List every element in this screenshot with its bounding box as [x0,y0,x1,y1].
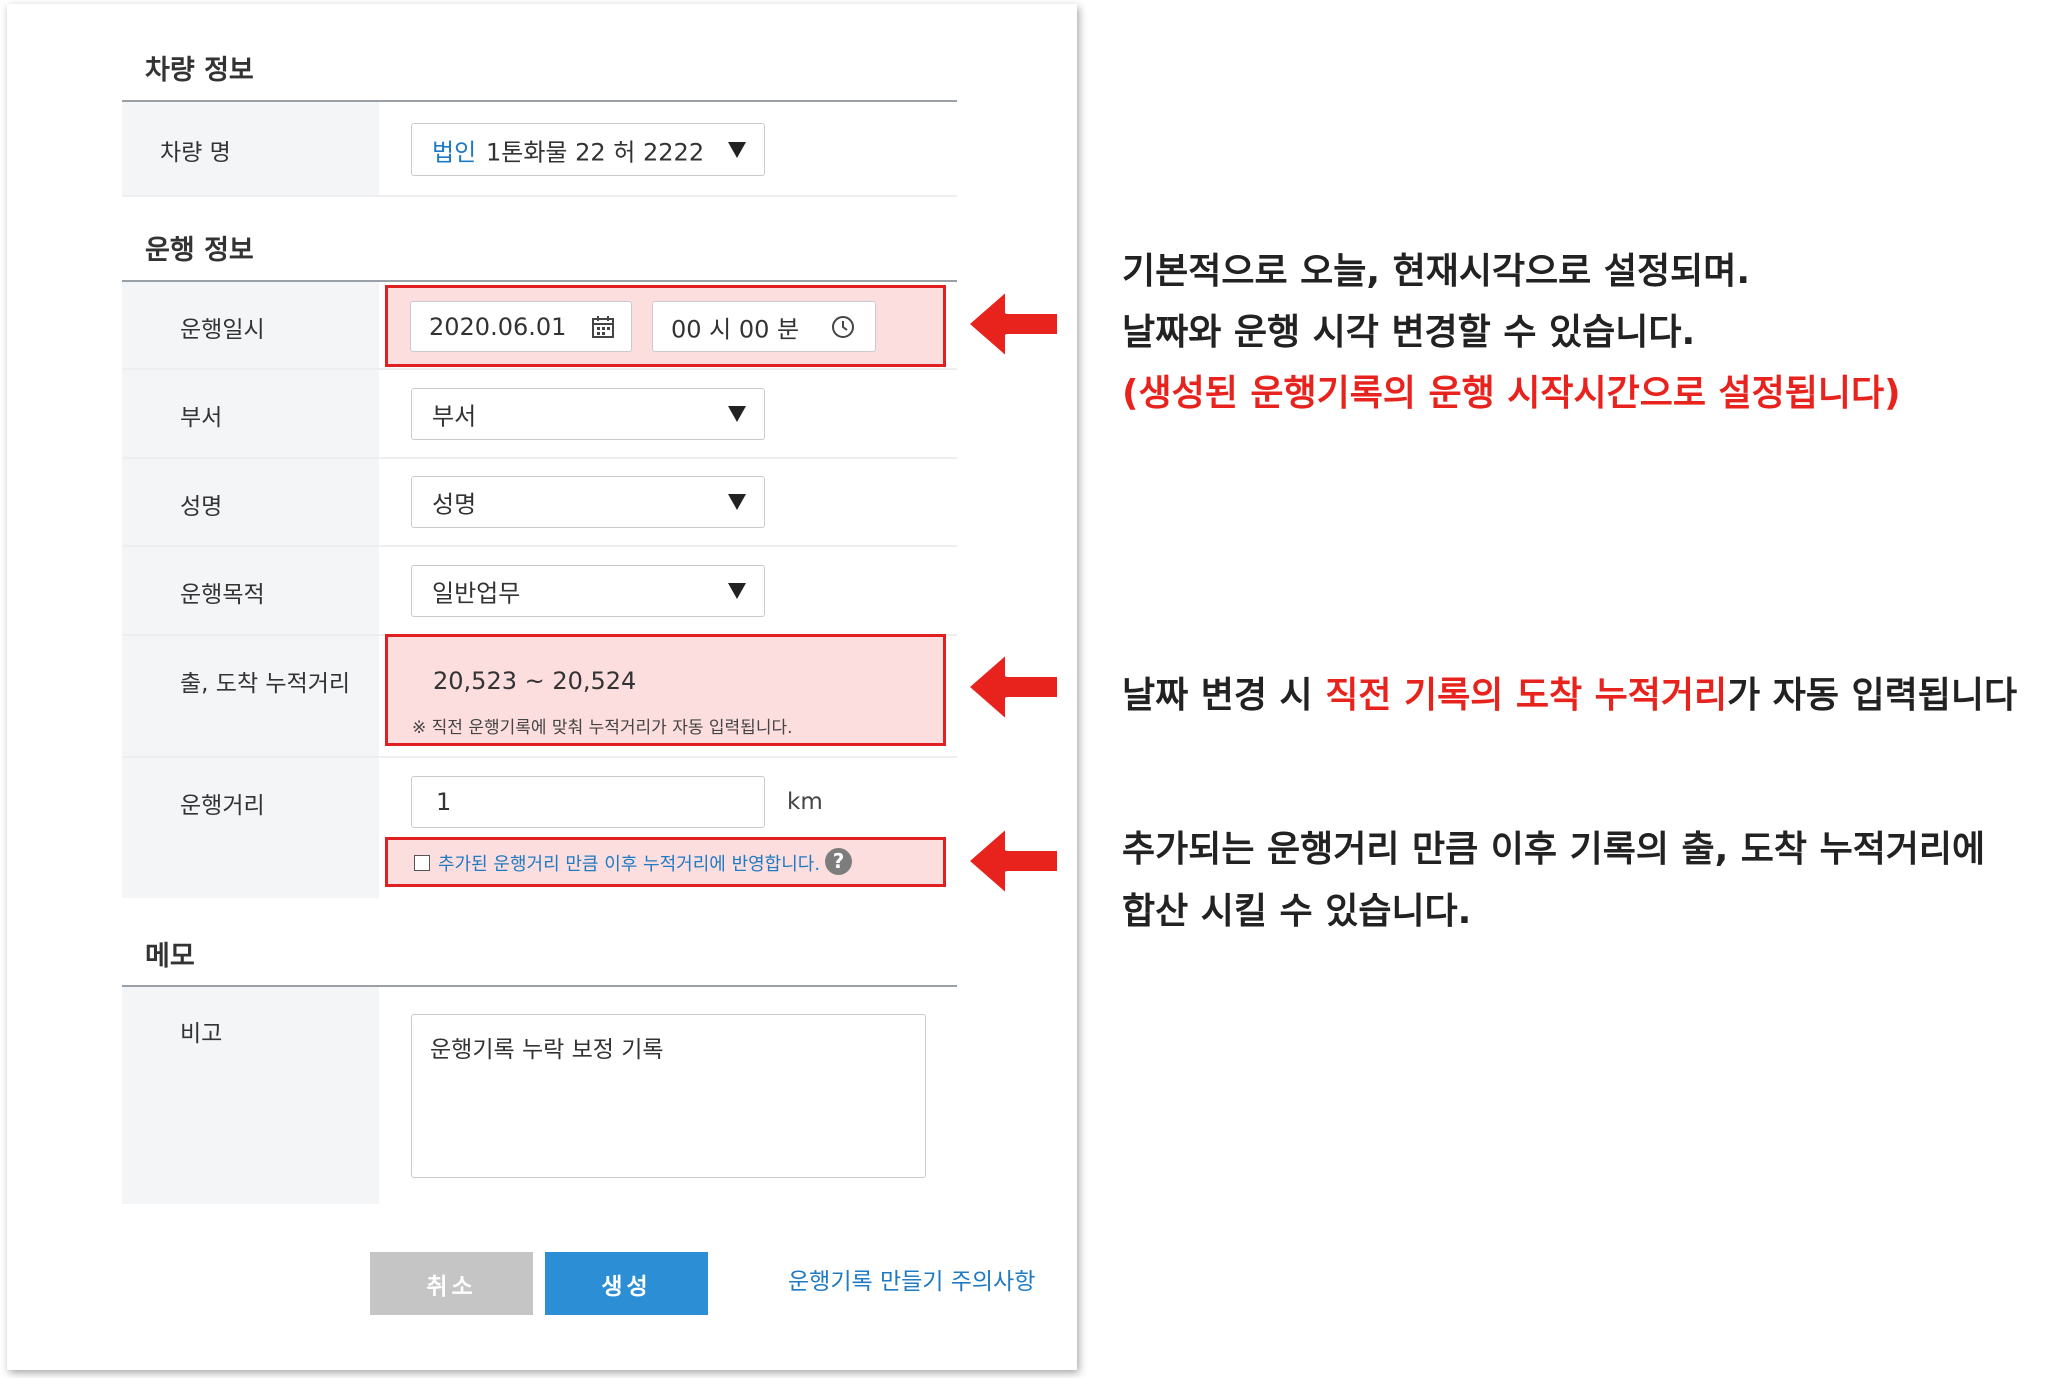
time-value: 00 시 00 분 [671,315,800,343]
arrow-left-icon [965,650,1061,724]
note2-post: 가 자동 입력됩니다 [1727,675,2018,716]
distance-unit: km [787,789,823,815]
purpose-value: 일반업무 [432,579,521,608]
purpose-label: 운행목적 [180,582,265,608]
triangle-down-icon [728,494,746,510]
name-value: 성명 [432,490,477,519]
triangle-down-icon [728,583,746,599]
memo-label: 비고 [180,1021,223,1047]
triangle-down-icon [728,141,746,158]
arrow-left-icon [965,824,1061,898]
apply-checkbox[interactable] [414,855,430,871]
distance-value: 1 [436,788,452,816]
apply-checkbox-label[interactable]: 추가된 운행거리 만큼 이후 누적거리에 반영합니다. [438,850,820,876]
memo-textarea[interactable]: 운행기록 누락 보정 기록 [411,1014,926,1178]
time-input[interactable]: 00 시 00 분 [652,301,876,352]
department-select[interactable]: 부서 [411,388,765,440]
date-value: 2020.06.01 [429,312,567,341]
note1-line2: 날짜와 운행 시각 변경할 수 있습니다. [1122,312,1696,353]
note2: 날짜 변경 시 직전 기록의 도착 누적거리가 자동 입력됩니다 [1122,666,2017,718]
note1-line3: (생성된 운행기록의 운행 시작시간으로 설정됩니다) [1122,373,1901,414]
memo-section-title: 메모 [145,941,195,972]
vehicle-type-tag: 법인 [432,138,477,166]
arrow-left-icon [965,287,1061,361]
datetime-label: 운행일시 [180,317,265,343]
triangle-down-icon [728,406,746,422]
apply-checkbox-highlight: 추가된 운행거리 만큼 이후 누적거리에 반영합니다. ? [385,837,946,887]
memo-value: 운행기록 누락 보정 기록 [430,1037,664,1063]
cancel-button[interactable]: 취소 [370,1252,533,1315]
vehicle-section-title: 차량 정보 [145,55,254,86]
name-label: 성명 [180,494,223,520]
odometer-note: ※ 직전 운행기록에 맞춰 누적거리가 자동 입력됩니다. [412,718,793,738]
vehicle-select[interactable]: 법인 1톤화물 22 허 2222 [411,123,765,176]
calendar-icon[interactable] [591,315,615,339]
purpose-select[interactable]: 일반업무 [411,565,765,617]
vehicle-label: 차량 명 [160,140,231,166]
distance-label: 운행거리 [180,793,265,819]
date-input[interactable]: 2020.06.01 [410,301,632,352]
odometer-highlight: 20,523 ~ 20,524 ※ 직전 운행기록에 맞춰 누적거리가 자동 입… [385,634,946,746]
note2-pre: 날짜 변경 시 [1122,675,1326,716]
name-select[interactable]: 성명 [411,476,765,528]
note3-line1: 추가되는 운행거리 만큼 이후 기록의 출, 도착 누적거리에 [1122,829,1986,870]
question-circle-icon[interactable]: ? [825,848,852,875]
vehicle-select-value: 1톤화물 22 허 2222 [486,138,705,166]
note1-line1: 기본적으로 오늘, 현재시각으로 설정되며. [1122,251,1750,292]
create-button[interactable]: 생성 [545,1252,708,1315]
odometer-value: 20,523 ~ 20,524 [433,667,637,695]
note2-highlight: 직전 기록의 도착 누적거리 [1325,675,1728,716]
note3-line2: 합산 시킬 수 있습니다. [1122,891,1472,932]
trip-section-title: 운행 정보 [145,235,254,266]
caution-link[interactable]: 운행기록 만들기 주의사항 [788,1262,1035,1296]
distance-input[interactable]: 1 [411,776,765,828]
department-label: 부서 [180,405,223,431]
department-value: 부서 [432,402,477,431]
clock-icon[interactable] [831,315,855,339]
odometer-label: 출, 도착 누적거리 [180,671,351,697]
